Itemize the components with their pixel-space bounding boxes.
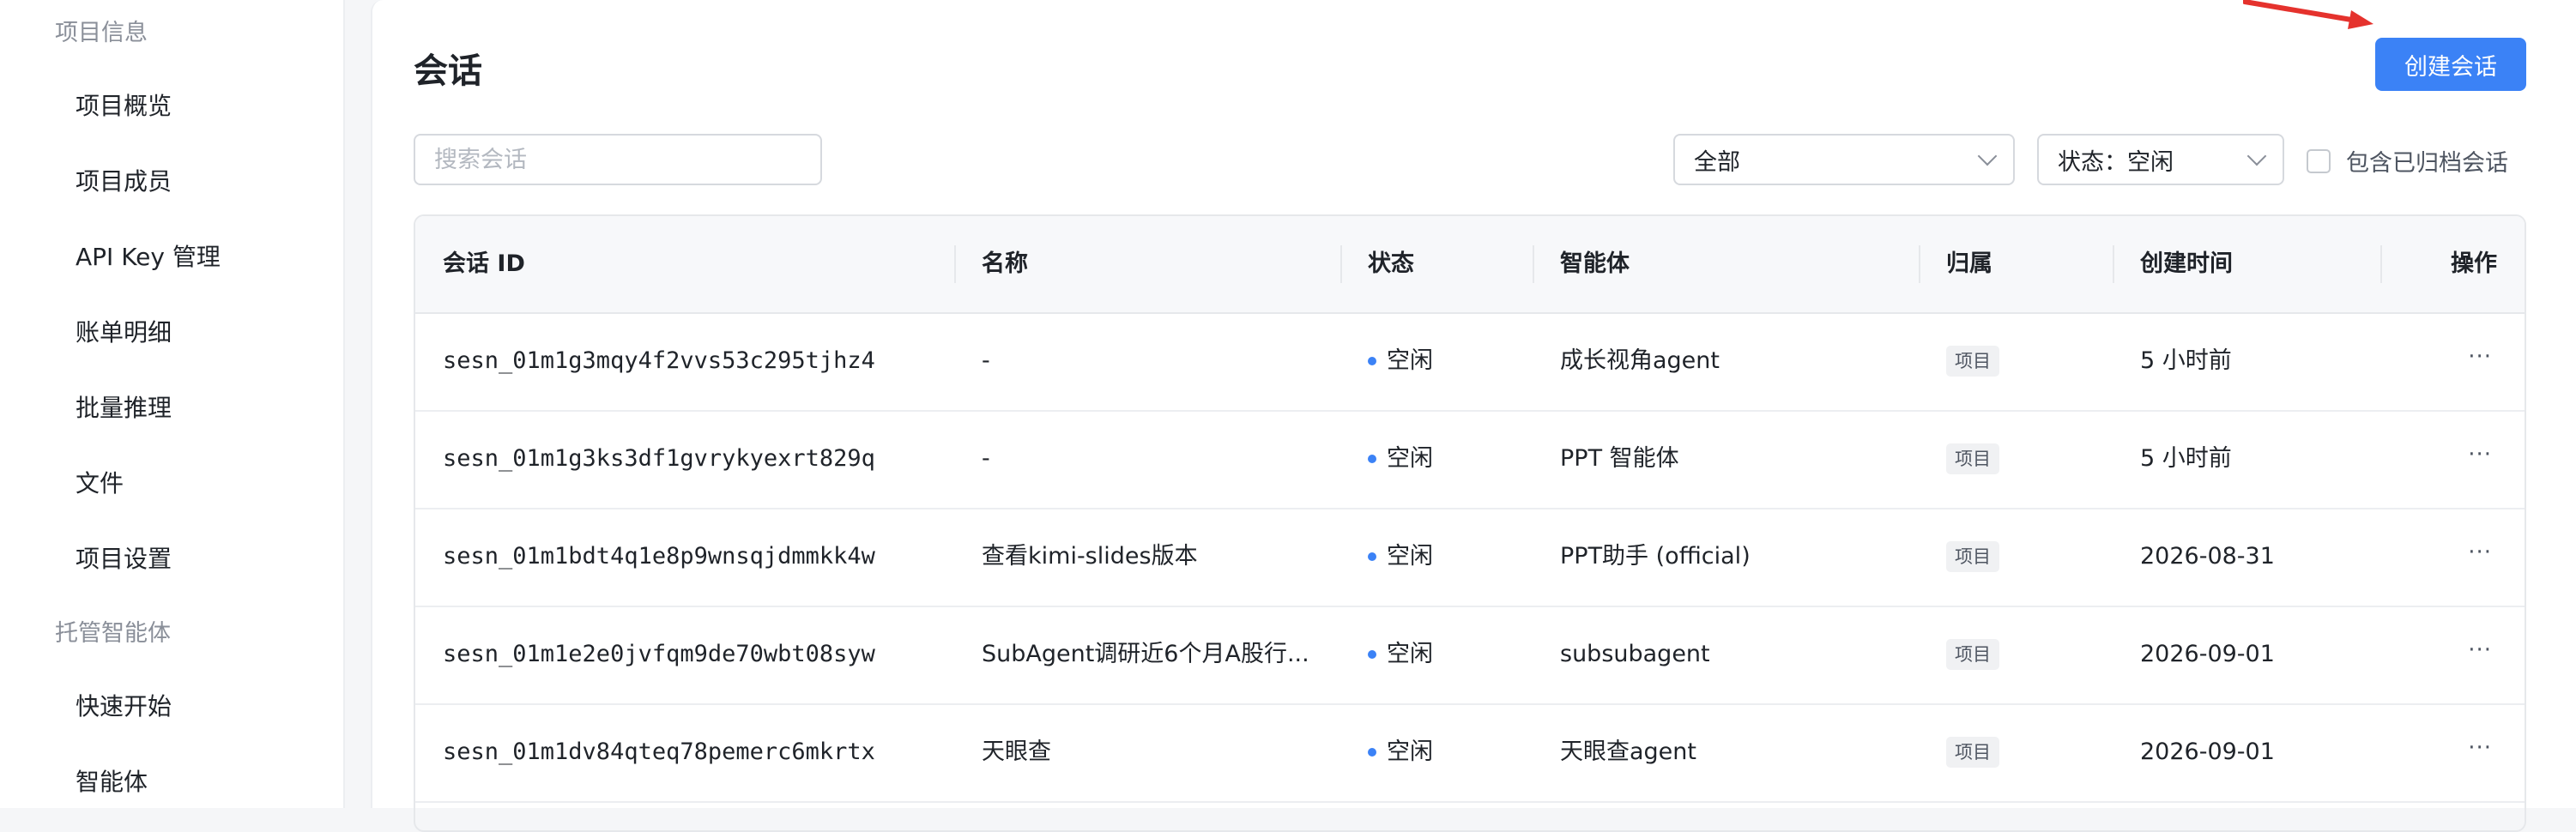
agent-cell: PPT助手 (official): [1560, 543, 1751, 570]
column-header-created-time: 创建时间: [2140, 250, 2233, 277]
sidebar-item-files[interactable]: 文件: [76, 465, 124, 499]
sidebar-item-quick-start[interactable]: 快速开始: [76, 688, 172, 722]
annotation-arrow-icon: [2243, 0, 2373, 29]
sidebar-item-batch-inference[interactable]: 批量推理: [76, 389, 172, 424]
session-id-cell[interactable]: sesn_01m1dv84qteq78pemerc6mkrtx: [443, 703, 875, 801]
session-name-cell: -: [982, 347, 990, 374]
status-cell: 空闲: [1368, 606, 1433, 703]
sidebar: 项目信息 项目概览 项目成员 API Key 管理 账单明细 批量推理 文件 项…: [0, 0, 345, 808]
sessions-table: 会话 ID 名称 状态 智能体 归属 创建时间 操作 sesn_01m1g3mq…: [414, 214, 2526, 832]
column-divider: [1533, 245, 1534, 283]
table-row[interactable]: sesn_01m1g3ks3df1gvrykyexrt829q - 空闲 PPT…: [415, 410, 2525, 509]
sidebar-section-hosted-agents: 托管智能体: [55, 620, 171, 647]
scope-filter-select[interactable]: 全部: [1673, 134, 2015, 185]
scope-filter-value: 全部: [1694, 148, 1740, 176]
owner-tag: 项目: [1946, 346, 1999, 377]
created-time-cell: 2026-09-01: [2140, 641, 2275, 667]
status-text: 空闲: [1387, 445, 1433, 472]
column-header-session-id: 会话 ID: [443, 250, 525, 277]
session-id-cell[interactable]: sesn_01m1bdt4q1e8p9wnsqjdmmkk4w: [443, 508, 875, 606]
table-row[interactable]: sesn_01m1bdt4q1e8p9wnsqjdmmkk4w 查看kimi-s…: [415, 508, 2525, 607]
sidebar-item-project-settings[interactable]: 项目设置: [76, 540, 172, 575]
column-divider: [954, 245, 956, 283]
created-time-cell: 5 小时前: [2140, 445, 2232, 472]
search-input[interactable]: [414, 134, 822, 185]
session-name-cell: SubAgent调研近6个月A股行...: [982, 641, 1309, 667]
agent-cell: 成长视角agent: [1560, 347, 1720, 374]
session-id-cell[interactable]: sesn_01m1g3mqy4f2vvs53c295tjhz4: [443, 312, 875, 410]
status-cell: 空闲: [1368, 410, 1433, 508]
session-id-cell[interactable]: sesn_01m1e2e0jvfqm9de70wbt08syw: [443, 606, 875, 703]
status-cell: 空闲: [1368, 508, 1433, 606]
column-header-status: 状态: [1368, 250, 1414, 277]
status-filter-value: 状态：空闲: [2058, 148, 2174, 176]
status-text: 空闲: [1387, 739, 1433, 765]
sidebar-item-project-members[interactable]: 项目成员: [76, 163, 172, 197]
main-panel: 会话 创建会话 全部 状态：空闲 包含已归档会话 会话 ID 名称 状态 智能体…: [371, 0, 2576, 832]
sidebar-section-project-info: 项目信息: [55, 20, 148, 46]
column-header-owner: 归属: [1946, 250, 1992, 277]
status-text: 空闲: [1387, 543, 1433, 570]
create-session-button[interactable]: 创建会话: [2375, 38, 2526, 91]
column-divider: [2380, 245, 2382, 283]
owner-tag: 项目: [1946, 443, 1999, 474]
agent-cell: 天眼查agent: [1560, 739, 1696, 765]
more-actions-icon[interactable]: ···: [2468, 703, 2492, 801]
owner-tag: 项目: [1946, 541, 1999, 572]
chevron-down-icon: [2246, 146, 2267, 166]
more-actions-icon[interactable]: ···: [2468, 312, 2492, 410]
table-row[interactable]: sesn_01m1dv84qteq78pemerc6mkrtx 天眼查 空闲 天…: [415, 703, 2525, 803]
agent-cell: PPT 智能体: [1560, 445, 1679, 472]
column-header-name: 名称: [982, 250, 1028, 277]
sidebar-item-agents[interactable]: 智能体: [76, 763, 148, 798]
session-name-cell: 天眼查: [982, 739, 1051, 765]
include-archived-label: 包含已归档会话: [2346, 150, 2508, 177]
status-dot-icon: [1368, 357, 1376, 365]
chevron-down-icon: [1977, 146, 1998, 166]
more-actions-icon[interactable]: ···: [2468, 606, 2492, 703]
status-filter-select[interactable]: 状态：空闲: [2037, 134, 2284, 185]
created-time-cell: 2026-09-01: [2140, 739, 2275, 765]
status-text: 空闲: [1387, 641, 1433, 667]
status-dot-icon: [1368, 650, 1376, 659]
column-divider: [2113, 245, 2114, 283]
table-header: 会话 ID 名称 状态 智能体 归属 创建时间 操作: [415, 216, 2525, 314]
created-time-cell: 2026-08-31: [2140, 543, 2275, 570]
created-time-cell: 5 小时前: [2140, 347, 2232, 374]
column-header-agent: 智能体: [1560, 250, 1630, 277]
include-archived-toggle[interactable]: 包含已归档会话: [2307, 144, 2508, 178]
sidebar-item-api-key[interactable]: API Key 管理: [76, 238, 221, 273]
agent-cell: subsubagent: [1560, 641, 1710, 667]
owner-tag: 项目: [1946, 737, 1999, 768]
session-id-cell[interactable]: sesn_01m1g3ks3df1gvrykyexrt829q: [443, 410, 875, 508]
column-header-actions: 操作: [2451, 250, 2497, 277]
column-divider: [1919, 245, 1920, 283]
page-title: 会话: [414, 51, 482, 91]
owner-tag: 项目: [1946, 639, 1999, 670]
more-actions-icon[interactable]: ···: [2468, 410, 2492, 508]
status-dot-icon: [1368, 455, 1376, 463]
status-text: 空闲: [1387, 347, 1433, 374]
table-row[interactable]: sesn_01m1e2e0jvfqm9de70wbt08syw SubAgent…: [415, 606, 2525, 705]
session-name-cell: -: [982, 445, 990, 472]
status-cell: 空闲: [1368, 703, 1433, 801]
include-archived-checkbox[interactable]: [2307, 148, 2331, 173]
column-divider: [1340, 245, 1342, 283]
more-actions-icon[interactable]: ···: [2468, 508, 2492, 606]
status-dot-icon: [1368, 748, 1376, 757]
table-row[interactable]: sesn_01m1g3mqy4f2vvs53c295tjhz4 - 空闲 成长视…: [415, 312, 2525, 412]
sidebar-item-billing[interactable]: 账单明细: [76, 314, 172, 348]
status-cell: 空闲: [1368, 312, 1433, 410]
session-name-cell: 查看kimi-slides版本: [982, 543, 1198, 570]
status-dot-icon: [1368, 552, 1376, 561]
sidebar-item-project-overview[interactable]: 项目概览: [76, 87, 172, 122]
